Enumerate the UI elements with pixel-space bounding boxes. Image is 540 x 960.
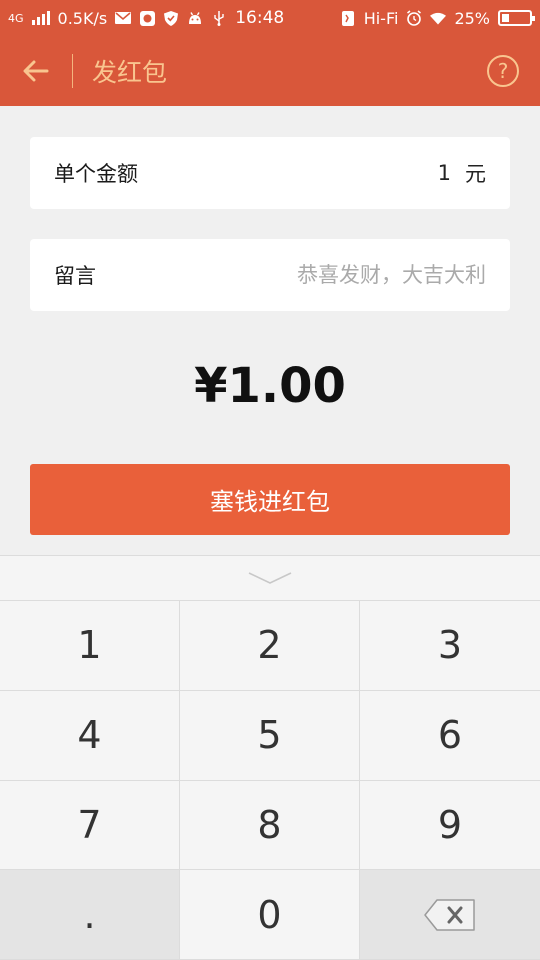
page-title: 发红包 [92,58,168,87]
key-7[interactable]: 7 [0,780,180,871]
mail-icon [115,11,132,25]
usb-icon [211,11,227,26]
header-divider [72,54,73,88]
android-icon [187,11,203,25]
key-4[interactable]: 4 [0,690,180,781]
help-button[interactable]: ? [487,55,519,87]
alarm-icon [406,10,422,26]
key-1[interactable]: 1 [0,601,180,691]
key-8[interactable]: 8 [180,780,360,871]
keyboard-collapse-button[interactable] [0,556,540,601]
app-notification-icon [139,10,155,26]
amount-number: 1 [437,161,451,185]
total-amount: ¥1.00 [194,358,346,414]
key-backspace[interactable] [360,870,540,960]
network-speed: 0.5K/s [57,8,108,28]
key-5[interactable]: 5 [180,690,360,781]
back-button[interactable] [0,36,72,106]
key-0[interactable]: 0 [180,870,360,960]
wifi-label: Hi-Fi [363,8,399,28]
status-bar: 4G 0.5K/s 16:48 Hi-Fi 25% [0,0,540,36]
amount-label: 单个金额 [54,162,138,186]
key-2[interactable]: 2 [180,601,360,691]
clock-time: 16:48 [235,8,285,28]
battery-percent: 25% [454,8,490,28]
status-left: 4G 0.5K/s 16:48 [8,8,284,28]
numeric-keyboard: 1 2 3 4 5 6 7 8 9 . 0 [0,555,540,960]
battery-icon [498,10,535,26]
key-9[interactable]: 9 [360,780,540,871]
message-input[interactable] [186,263,486,287]
arrow-left-icon [23,60,49,82]
chevron-down-icon [248,572,292,584]
amount-unit: 元 [465,162,486,186]
submit-button[interactable]: 塞钱进红包 [30,464,510,535]
keypad-grid: 1 2 3 4 5 6 7 8 9 . 0 [0,601,540,960]
app-bar: 发红包 ? [0,36,540,106]
key-6[interactable]: 6 [360,690,540,781]
status-right: Hi-Fi 25% [340,8,535,28]
signal-icon [31,11,50,25]
nfc-icon [340,10,356,26]
shield-icon [163,10,179,26]
backspace-icon [424,898,475,931]
key-3[interactable]: 3 [360,601,540,691]
amount-card[interactable]: 单个金额 1 元 [30,137,510,209]
key-decimal[interactable]: . [0,870,180,960]
network-type: 4G [8,11,24,25]
wifi-icon [430,11,447,25]
message-card[interactable]: 留言 [30,239,510,311]
amount-value: 1 元 [438,158,486,188]
message-label: 留言 [54,264,96,288]
